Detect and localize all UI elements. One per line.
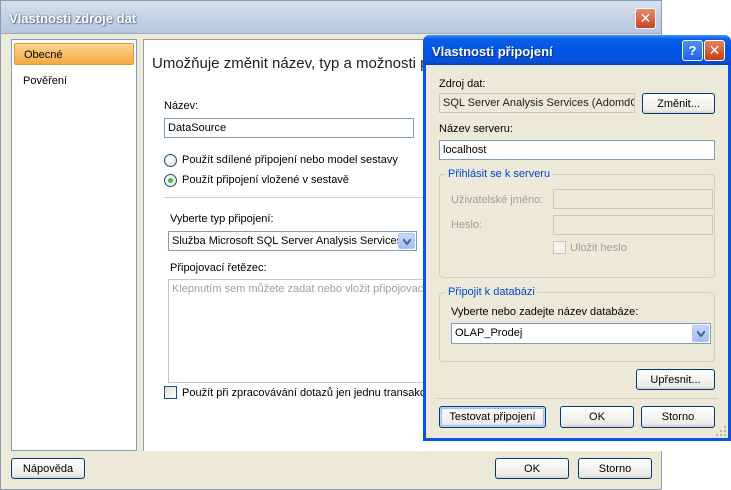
data-source-field: SQL Server Analysis Services (AdomdC <box>439 93 635 113</box>
inner-ok-button[interactable]: OK <box>560 406 634 428</box>
nav-panel: Obecné Pověření <box>11 39 137 451</box>
chevron-down-icon <box>697 331 705 337</box>
login-group: Přihlásit se k serveru Uživatelské jméno… <box>439 168 715 278</box>
database-group-title: Připojit k databázi <box>446 286 537 298</box>
embedded-connection-label: Použít připojení vložené v sestavě <box>182 174 349 186</box>
connection-string-label: Připojovací řetězec: <box>170 262 267 274</box>
single-transaction-checkbox[interactable] <box>164 386 177 399</box>
connection-type-value: Služba Microsoft SQL Server Analysis Ser… <box>172 235 403 247</box>
database-select[interactable]: OLAP_Prodej <box>451 323 711 344</box>
inner-title-bar[interactable]: Vlastnosti připojení ? ✕ <box>423 35 731 65</box>
dropdown-button[interactable] <box>398 233 415 249</box>
close-icon: ✕ <box>708 42 721 58</box>
single-transaction-label: Použít při zpracovávání dotazů jen jednu… <box>182 387 428 399</box>
connection-type-label: Vyberte typ připojení: <box>170 213 274 225</box>
shared-connection-radio[interactable] <box>164 154 177 167</box>
separator <box>436 398 718 399</box>
database-value: OLAP_Prodej <box>455 327 523 339</box>
database-select-label: Vyberte nebo zadejte název databáze: <box>451 306 639 318</box>
inner-cancel-button[interactable]: Storno <box>641 406 715 428</box>
username-input <box>553 189 713 209</box>
resize-grip-icon[interactable] <box>715 425 727 437</box>
outer-close-button[interactable]: ✕ <box>635 8 656 29</box>
database-group: Připojit k databázi Vyberte nebo zadejte… <box>439 286 715 362</box>
server-name-input[interactable]: localhost <box>439 140 715 160</box>
separator <box>164 197 424 198</box>
test-connection-button[interactable]: Testovat připojení <box>439 406 546 428</box>
outer-cancel-button[interactable]: Storno <box>578 458 652 479</box>
connection-properties-dialog: Vlastnosti připojení ? ✕ Zdroj dat: SQL … <box>423 35 731 441</box>
connection-string-textarea[interactable]: Klepnutím sem můžete zadat nebo vložit p… <box>168 279 428 383</box>
change-button[interactable]: Změnit... <box>642 93 715 114</box>
server-name-label: Název serveru: <box>439 123 513 135</box>
outer-title-bar[interactable]: Vlastnosti zdroje dat ✕ <box>1 1 661 34</box>
inner-dialog-title: Vlastnosti připojení <box>432 44 553 59</box>
save-password-label: Uložit heslo <box>570 242 627 254</box>
inner-help-button[interactable]: ? <box>682 40 703 61</box>
username-label: Uživatelské jméno: <box>451 194 544 206</box>
shared-connection-label: Použít sdílené připojení nebo model sest… <box>182 154 398 166</box>
data-source-label: Zdroj dat: <box>439 78 486 90</box>
chevron-down-icon <box>403 239 411 245</box>
password-input <box>553 215 713 235</box>
nav-item-credentials[interactable]: Pověření <box>14 70 134 92</box>
name-label: Název: <box>164 100 199 112</box>
page-heading: Umožňuje změnit název, typ a možnosti p <box>152 55 429 72</box>
outer-dialog-title: Vlastnosti zdroje dat <box>9 11 137 26</box>
inner-close-button[interactable]: ✕ <box>704 40 725 61</box>
nav-item-general[interactable]: Obecné <box>14 43 134 65</box>
name-input[interactable]: DataSource <box>164 118 414 138</box>
dropdown-button[interactable] <box>692 325 709 342</box>
password-label: Heslo: <box>451 219 483 231</box>
advanced-button[interactable]: Upřesnit... <box>636 369 715 390</box>
outer-ok-button[interactable]: OK <box>495 458 569 479</box>
close-icon: ✕ <box>639 10 652 26</box>
save-password-checkbox <box>553 241 566 254</box>
question-mark-icon: ? <box>688 43 697 58</box>
connection-string-placeholder: Klepnutím sem můžete zadat nebo vložit p… <box>172 283 428 295</box>
embedded-connection-radio[interactable] <box>164 174 177 187</box>
login-group-title: Přihlásit se k serveru <box>446 168 553 180</box>
help-button[interactable]: Nápověda <box>11 458 85 479</box>
connection-type-select[interactable]: Služba Microsoft SQL Server Analysis Ser… <box>168 231 417 251</box>
